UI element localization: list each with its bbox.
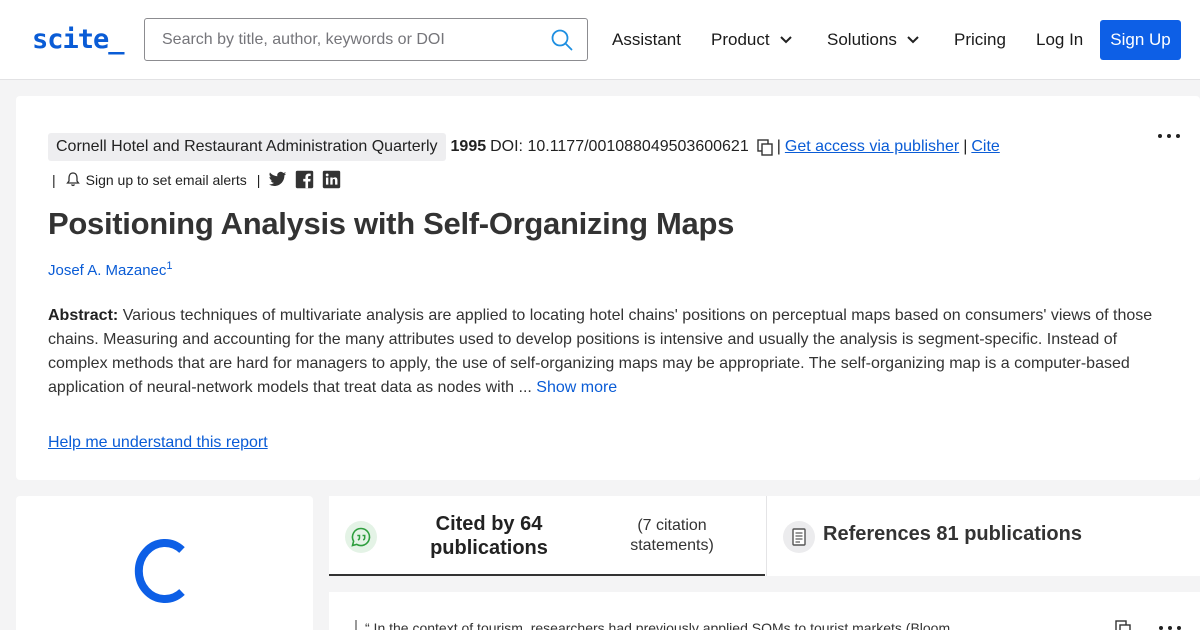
linkedin-icon[interactable]	[322, 170, 341, 189]
nav-pricing[interactable]: Pricing	[954, 30, 1006, 50]
search-icon[interactable]	[551, 29, 573, 51]
paper-card: Cornell Hotel and Restaurant Administrat…	[16, 96, 1200, 480]
paper-title: Positioning Analysis with Self-Organizin…	[48, 206, 735, 241]
chat-bubble-icon	[345, 521, 377, 553]
alerts-share-row: | Sign up to set email alerts |	[52, 170, 341, 189]
copy-icon[interactable]	[1115, 620, 1131, 630]
get-access-link[interactable]: Get access via publisher	[785, 138, 959, 156]
help-understand-link[interactable]: Help me understand this report	[48, 434, 268, 452]
loading-spinner-icon	[134, 539, 185, 603]
abstract-label: Abstract:	[48, 307, 119, 324]
show-more-link[interactable]: Show more	[536, 379, 617, 396]
tab-cited-by[interactable]: Cited by 64 publications (7 citation sta…	[329, 496, 765, 576]
journal-badge[interactable]: Cornell Hotel and Restaurant Administrat…	[48, 133, 446, 161]
scite-badge-card	[16, 496, 313, 630]
author-link[interactable]: Josef A. Mazanec1	[48, 260, 173, 279]
cited-by-label: Cited by 64 publications	[430, 513, 548, 559]
abstract: Abstract: Various techniques of multivar…	[48, 304, 1168, 400]
separator: |	[963, 138, 968, 155]
signup-button[interactable]: Sign Up	[1100, 20, 1181, 60]
publication-year: 1995	[450, 138, 487, 155]
top-header: scite_ Assistant Product Solutions Prici…	[0, 0, 1200, 80]
nav-assistant[interactable]: Assistant	[612, 30, 681, 50]
cite-link[interactable]: Cite	[971, 138, 999, 156]
search-box[interactable]	[144, 18, 588, 61]
bell-icon	[65, 172, 80, 187]
chevron-down-icon	[907, 36, 919, 44]
nav-product[interactable]: Product	[711, 30, 792, 50]
citation-tabs: Cited by 64 publications (7 citation sta…	[329, 496, 1200, 576]
search-input[interactable]	[162, 19, 542, 60]
more-options-icon[interactable]	[1158, 134, 1180, 138]
citation-quote: “ In the context of tourism, researchers…	[355, 620, 954, 630]
nav-solutions[interactable]: Solutions	[827, 30, 919, 50]
twitter-icon[interactable]	[268, 170, 287, 189]
email-alerts-link[interactable]: Sign up to set email alerts	[86, 172, 247, 188]
document-icon	[783, 521, 815, 553]
copy-icon[interactable]	[757, 138, 773, 156]
tab-references[interactable]: References 81 publications	[766, 496, 1200, 576]
chevron-down-icon	[779, 36, 792, 44]
facebook-icon[interactable]	[295, 170, 314, 189]
nav-login[interactable]: Log In	[1036, 30, 1083, 50]
citation-statement-card: “ In the context of tourism, researchers…	[329, 592, 1200, 630]
separator: |	[776, 138, 781, 155]
citation-statements-count: (7 citation statements)	[630, 517, 714, 554]
scite-logo[interactable]: scite_	[32, 24, 125, 55]
paper-meta: Cornell Hotel and Restaurant Administrat…	[48, 133, 1000, 161]
more-options-icon[interactable]	[1159, 626, 1181, 630]
doi-text: DOI: 10.1177/001088049503600621	[490, 138, 749, 155]
separator: |	[256, 171, 261, 188]
separator: |	[52, 171, 56, 188]
references-label: References 81 publications	[823, 523, 1082, 545]
author-affiliation-sup: 1	[166, 260, 173, 272]
